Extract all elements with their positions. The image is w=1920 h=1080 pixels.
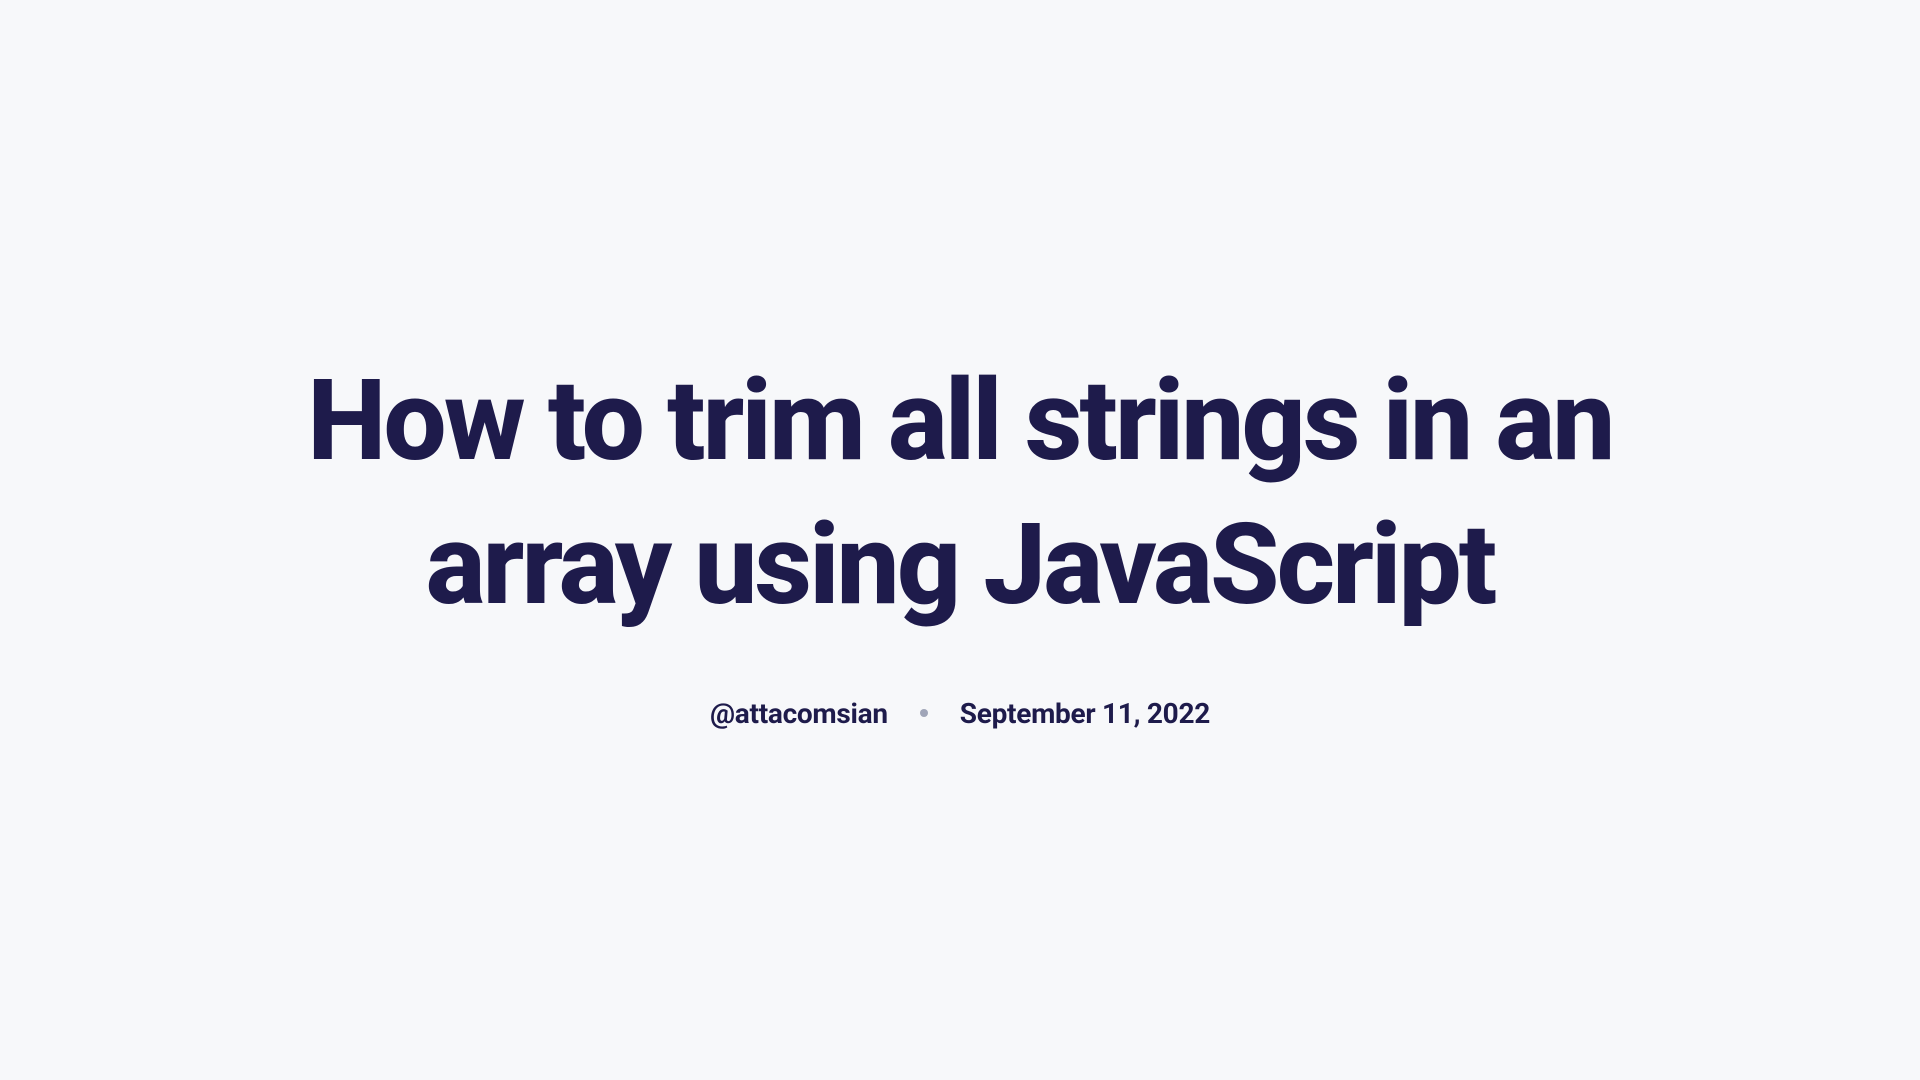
author-handle: @attacomsian [710,697,888,730]
article-title: How to trim all strings in an array usin… [300,350,1620,637]
content-container: How to trim all strings in an array usin… [260,350,1660,730]
article-meta: @attacomsian September 11, 2022 [300,697,1620,730]
separator-dot [920,709,928,717]
publish-date: September 11, 2022 [960,697,1210,730]
